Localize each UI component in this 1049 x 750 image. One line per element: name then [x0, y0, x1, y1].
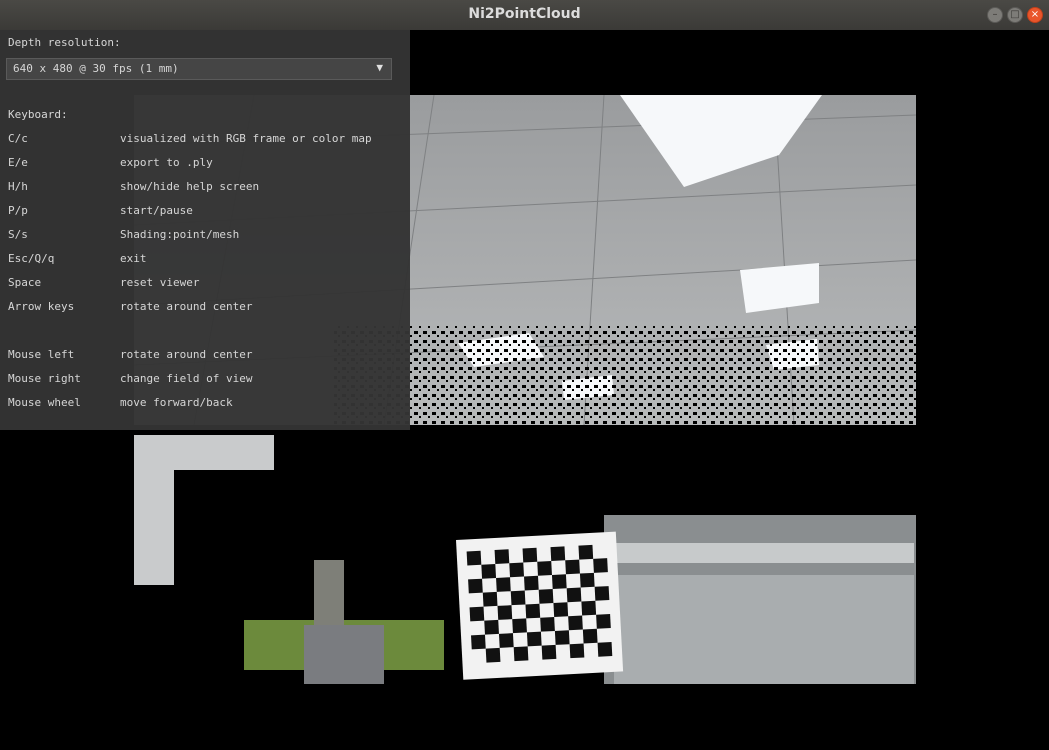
shortcut-key: Esc/Q/q — [8, 252, 55, 265]
shortcut-desc: show/hide help screen — [120, 180, 260, 193]
shortcut-row: Space reset viewer — [8, 276, 404, 292]
lamp — [314, 560, 344, 630]
shortcut-key: Space — [8, 276, 42, 289]
window-title: Ni2PointCloud — [468, 6, 581, 22]
mouse-row: Mouse wheel move forward/back — [8, 396, 404, 412]
shortcut-key: C/c — [8, 132, 28, 145]
shortcut-desc: export to .ply — [120, 156, 213, 169]
depth-resolution-dropdown[interactable]: 640 x 480 @ 30 fps (1 mm) ▼ — [6, 58, 392, 80]
shortcut-desc: reset viewer — [120, 276, 200, 289]
depth-resolution-label: Depth resolution: — [8, 36, 121, 49]
mouse-key: Mouse left — [8, 348, 75, 361]
shortcut-desc: start/pause — [120, 204, 193, 217]
maximize-button[interactable]: □ — [1007, 7, 1023, 23]
mouse-desc: change field of view — [120, 372, 253, 385]
shortcut-row: Esc/Q/q exit — [8, 252, 404, 268]
shortcut-desc: visualized with RGB frame or color map — [120, 132, 372, 145]
shortcut-desc: Shading:point/mesh — [120, 228, 240, 241]
keyboard-heading: Keyboard: — [8, 108, 68, 121]
shortcut-key: S/s — [8, 228, 28, 241]
dropdown-arrow-icon[interactable]: ▼ — [376, 61, 383, 74]
shortcut-desc: rotate around center — [120, 300, 253, 313]
shortcut-desc: exit — [120, 252, 147, 265]
shortcut-row: P/p start/pause — [8, 204, 404, 220]
cabinet-top — [614, 543, 914, 563]
depth-resolution-value: 640 x 480 @ 30 fps (1 mm) — [13, 62, 179, 75]
cabinet-front — [614, 575, 914, 684]
shortcut-row: C/c visualized with RGB frame or color ma… — [8, 132, 404, 148]
mouse-row: Mouse left rotate around center — [8, 348, 404, 364]
minimize-button[interactable]: – — [987, 7, 1003, 23]
shortcut-key: P/p — [8, 204, 28, 217]
checkerboard — [456, 531, 624, 680]
shortcut-key: Arrow keys — [8, 300, 75, 313]
shortcut-row: Arrow keys rotate around center — [8, 300, 404, 316]
shortcut-key: E/e — [8, 156, 28, 169]
chair — [304, 625, 384, 684]
app-window: Ni2PointCloud – □ × Depth resolution: 64… — [0, 0, 1049, 750]
shortcut-row: S/s Shading:point/mesh — [8, 228, 404, 244]
shortcut-row: E/e export to .ply — [8, 156, 404, 172]
mouse-row: Mouse right change field of view — [8, 372, 404, 388]
mouse-desc: rotate around center — [120, 348, 253, 361]
mouse-key: Mouse wheel — [8, 396, 81, 409]
help-panel: Depth resolution: 640 x 480 @ 30 fps (1 … — [0, 30, 410, 430]
shortcut-row: H/h show/hide help screen — [8, 180, 404, 196]
title-bar[interactable]: Ni2PointCloud – □ × — [0, 0, 1049, 31]
shortcut-key: H/h — [8, 180, 28, 193]
dark-region — [174, 470, 414, 620]
close-button[interactable]: × — [1027, 7, 1043, 23]
mouse-key: Mouse right — [8, 372, 81, 385]
mouse-desc: move forward/back — [120, 396, 233, 409]
